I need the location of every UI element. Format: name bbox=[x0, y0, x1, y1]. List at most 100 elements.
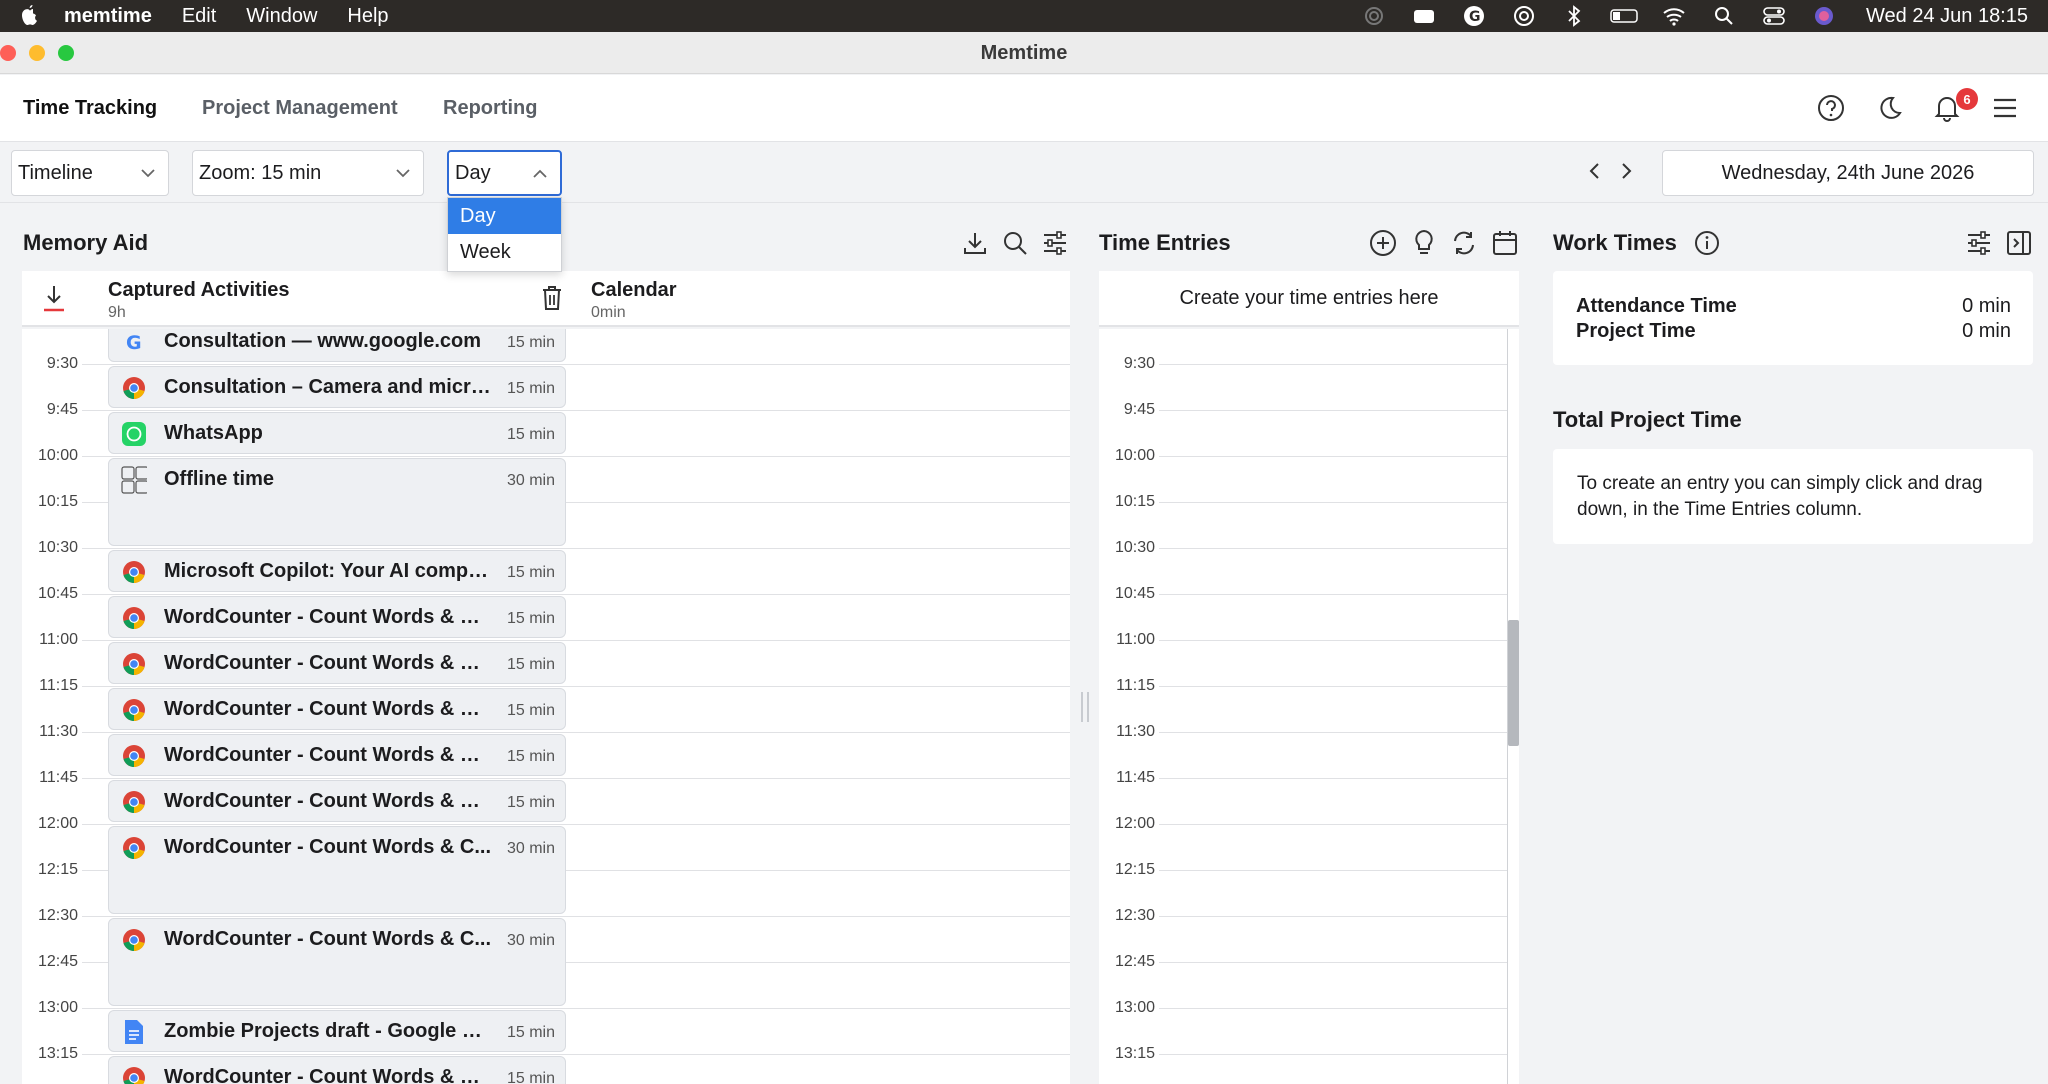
activity-item[interactable]: Microsoft Copilot: Your AI compa... 15 mi… bbox=[108, 550, 566, 592]
drive-icon[interactable] bbox=[1410, 5, 1438, 27]
tab-time-tracking[interactable]: Time Tracking bbox=[23, 97, 157, 120]
range-select[interactable]: Day bbox=[447, 150, 562, 196]
activity-name: Consultation – Camera and micro... bbox=[164, 376, 494, 398]
range-option-day[interactable]: Day bbox=[448, 198, 561, 234]
notification-badge: 6 bbox=[1956, 88, 1978, 110]
time-label: 11:00 bbox=[39, 631, 78, 648]
menu-edit[interactable]: Edit bbox=[182, 5, 216, 28]
zoom-select[interactable]: Zoom: 15 min bbox=[192, 150, 424, 196]
menubar-clock[interactable]: Wed 24 Jun 18:15 bbox=[1866, 5, 2028, 28]
grid-line bbox=[1159, 456, 1507, 457]
add-entry-icon[interactable] bbox=[1368, 228, 1398, 258]
range-option-week[interactable]: Week bbox=[448, 234, 561, 270]
chrome-icon bbox=[121, 743, 147, 769]
activity-duration: 15 min bbox=[506, 610, 555, 627]
grid-line bbox=[1159, 1008, 1507, 1009]
time-label: 9:45 bbox=[1123, 401, 1155, 418]
window-title: Memtime bbox=[980, 42, 1068, 64]
collapse-panel-icon[interactable] bbox=[2004, 228, 2034, 258]
chrome-icon bbox=[121, 835, 147, 861]
activity-duration: 15 min bbox=[506, 748, 555, 765]
grid-line bbox=[82, 1008, 1070, 1009]
activity-duration: 30 min bbox=[506, 932, 555, 949]
time-label: 10:30 bbox=[37, 539, 78, 556]
view-select[interactable]: Timeline bbox=[11, 150, 169, 196]
grid-line bbox=[1159, 962, 1507, 963]
time-label: 10:15 bbox=[37, 493, 78, 510]
dark-mode-icon[interactable] bbox=[1874, 93, 1904, 123]
filter-settings-icon[interactable] bbox=[1040, 228, 1070, 258]
activity-name: Consultation — www.google.com bbox=[164, 330, 482, 352]
grid-line bbox=[1159, 594, 1507, 595]
grid-line bbox=[82, 548, 1070, 549]
grid-line bbox=[1159, 686, 1507, 687]
menu-app-name[interactable]: memtime bbox=[64, 5, 152, 28]
calendar-label: Calendar bbox=[591, 279, 677, 301]
tab-reporting[interactable]: Reporting bbox=[443, 97, 537, 120]
scrollbar-thumb[interactable] bbox=[1508, 620, 1519, 746]
time-entries-timeline[interactable]: 9:30 9:45 10:00 10:15 10:30 10:45 11:00 11:15 11… bbox=[1099, 329, 1519, 1084]
time-label: 12:30 bbox=[37, 907, 78, 924]
activity-item[interactable]: Consultation – Camera and micro... 15 min bbox=[108, 366, 566, 408]
control-center-icon[interactable] bbox=[1760, 5, 1788, 27]
time-label: 12:45 bbox=[1114, 953, 1155, 970]
google-docs-icon bbox=[121, 1019, 147, 1045]
activity-item[interactable]: WordCounter - Count Words & Co... 15 min bbox=[108, 642, 566, 684]
activity-name: Microsoft Copilot: Your AI compa... bbox=[164, 560, 494, 582]
activity-name: WhatsApp bbox=[164, 422, 263, 444]
tab-project-management[interactable]: Project Management bbox=[202, 97, 398, 120]
lightbulb-icon[interactable] bbox=[1409, 228, 1439, 258]
activity-duration: 15 min bbox=[506, 702, 555, 719]
time-label: 9:45 bbox=[46, 401, 78, 418]
column-resize-handle[interactable] bbox=[1081, 692, 1089, 722]
work-times-settings-icon[interactable] bbox=[1964, 228, 1994, 258]
memory-aid-timeline[interactable]: 9:30 9:45 10:00 10:15 10:30 10:45 11:00 11:15 11… bbox=[22, 329, 1070, 1084]
chrome-icon bbox=[121, 651, 147, 677]
whatsapp-icon bbox=[121, 421, 147, 447]
activity-item[interactable]: Zombie Projects draft - Google Do... 15 m… bbox=[108, 1010, 566, 1052]
hamburger-menu-icon[interactable] bbox=[1990, 93, 2020, 123]
wifi-icon[interactable] bbox=[1660, 5, 1688, 27]
previous-day-icon[interactable] bbox=[1583, 159, 1607, 183]
info-icon[interactable] bbox=[1692, 228, 1722, 258]
trash-icon[interactable] bbox=[540, 284, 564, 317]
memory-aid-title: Memory Aid bbox=[23, 230, 149, 255]
chevron-down-icon bbox=[141, 169, 155, 178]
grid-line bbox=[1159, 1054, 1507, 1055]
activity-item[interactable]: WhatsApp 15 min bbox=[108, 412, 566, 454]
grammarly-icon[interactable]: G bbox=[1460, 5, 1488, 27]
activity-item[interactable]: WordCounter - Count Words & Co... 15 min bbox=[108, 734, 566, 776]
activity-item[interactable]: WordCounter - Count Words & Co... 15 min bbox=[108, 1056, 566, 1084]
battery-icon[interactable] bbox=[1610, 5, 1638, 27]
spotlight-search-icon[interactable] bbox=[1710, 5, 1738, 27]
siri-icon[interactable] bbox=[1810, 5, 1838, 27]
bluetooth-icon[interactable] bbox=[1560, 5, 1588, 27]
apple-icon[interactable] bbox=[16, 3, 42, 29]
menu-window[interactable]: Window bbox=[246, 5, 317, 28]
memtime-status-icon[interactable] bbox=[1360, 5, 1388, 27]
menu-help[interactable]: Help bbox=[347, 5, 388, 28]
calendar-icon[interactable] bbox=[1490, 228, 1520, 258]
download-activities-icon[interactable] bbox=[42, 283, 66, 318]
activity-item[interactable]: WordCounter - Count Words & Co... 15 min bbox=[108, 688, 566, 730]
project-time-label: Project Time bbox=[1576, 320, 1696, 342]
help-icon[interactable] bbox=[1816, 93, 1846, 123]
activity-item[interactable]: Offline time 30 min bbox=[108, 458, 566, 546]
chevron-up-icon bbox=[533, 169, 547, 178]
airdrop-icon[interactable] bbox=[1510, 5, 1538, 27]
next-day-icon[interactable] bbox=[1614, 159, 1638, 183]
activity-duration: 15 min bbox=[506, 334, 555, 351]
activity-item[interactable]: WordCounter - Count Words & Co... 15 min bbox=[108, 596, 566, 638]
date-picker[interactable]: Wednesday, 24th June 2026 bbox=[1662, 150, 2034, 196]
activity-item[interactable]: WordCounter - Count Words & Co... 15 min bbox=[108, 780, 566, 822]
activity-item[interactable]: WordCounter - Count Words & C... 30 min bbox=[108, 918, 566, 1006]
activity-item[interactable]: G Consultation — www.google.com 15 min bbox=[108, 329, 566, 362]
sync-icon[interactable] bbox=[1449, 228, 1479, 258]
time-label: 12:45 bbox=[37, 953, 78, 970]
download-icon[interactable] bbox=[960, 228, 990, 258]
search-icon[interactable] bbox=[1000, 228, 1030, 258]
activity-item[interactable]: WordCounter - Count Words & C... 30 min bbox=[108, 826, 566, 914]
activity-duration: 15 min bbox=[506, 794, 555, 811]
activity-duration: 30 min bbox=[506, 840, 555, 857]
grid-line bbox=[1159, 410, 1507, 411]
